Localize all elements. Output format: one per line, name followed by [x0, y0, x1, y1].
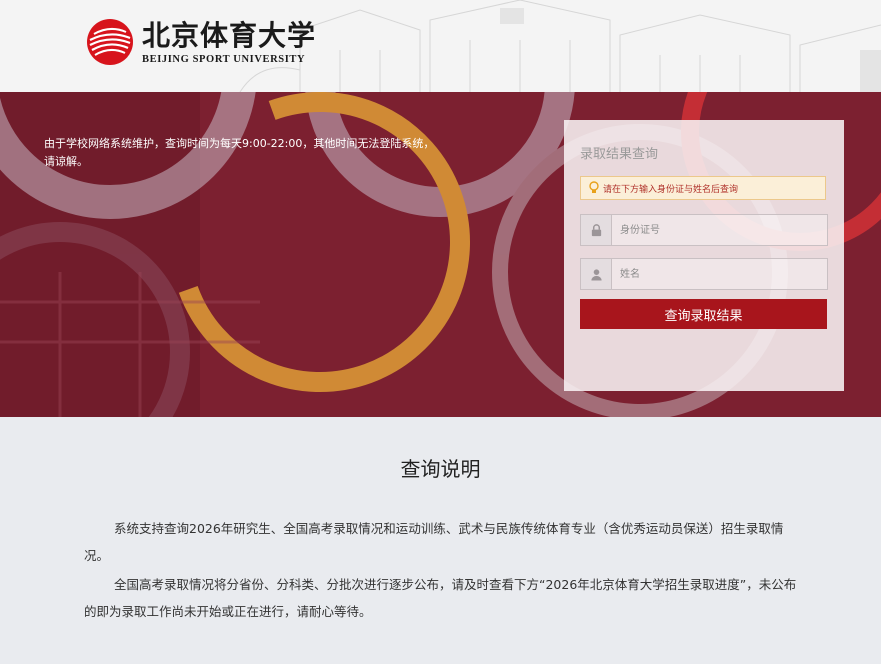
instructions-paragraph-1: 系统支持查询2026年研究生、全国高考录取情况和运动训练、武术与民族传统体育专业…	[84, 521, 784, 563]
lightbulb-icon	[589, 181, 599, 193]
user-icon	[581, 259, 612, 289]
name-field	[580, 258, 828, 290]
query-panel: 录取结果查询 请在下方输入身份证与姓名后查询 身份证号 姓名 查询录取结果	[564, 120, 844, 391]
query-tip: 请在下方输入身份证与姓名后查询	[580, 176, 826, 200]
maintenance-notice: 由于学校网络系统维护，查询时间为每天9:00-22:00，其他时间无法登陆系统，…	[44, 137, 435, 168]
name-input[interactable]	[612, 259, 822, 289]
id-number-input[interactable]	[612, 215, 822, 245]
query-submit-button[interactable]: 查询录取结果	[580, 299, 827, 329]
query-tip-text: 请在下方输入身份证与姓名后查询	[603, 184, 739, 195]
instructions-paragraph-2: 全国高考录取情况将分省份、分科类、分批次进行逐步公布，请及时查看下方“2026年…	[84, 577, 797, 619]
logo-english-name: BEIJING SPORT UNIVERSITY	[142, 53, 306, 65]
query-panel-title: 录取结果查询	[580, 147, 659, 162]
instructions-section: 查询说明 系统支持查询2026年研究生、全国高考录取情况和运动训练、武术与民族传…	[0, 417, 881, 664]
university-logo[interactable]: 北京体育大学 BEIJING SPORT UNIVERSITY	[86, 18, 316, 66]
site-header: 北京体育大学 BEIJING SPORT UNIVERSITY	[0, 0, 881, 92]
university-emblem-icon	[87, 19, 133, 65]
logo-chinese-name: 北京体育大学	[142, 18, 317, 52]
instructions-title: 查询说明	[400, 457, 481, 481]
lock-icon	[581, 215, 612, 245]
id-number-field	[580, 214, 828, 246]
hero-banner: 由于学校网络系统维护，查询时间为每天9:00-22:00，其他时间无法登陆系统，…	[0, 92, 881, 417]
